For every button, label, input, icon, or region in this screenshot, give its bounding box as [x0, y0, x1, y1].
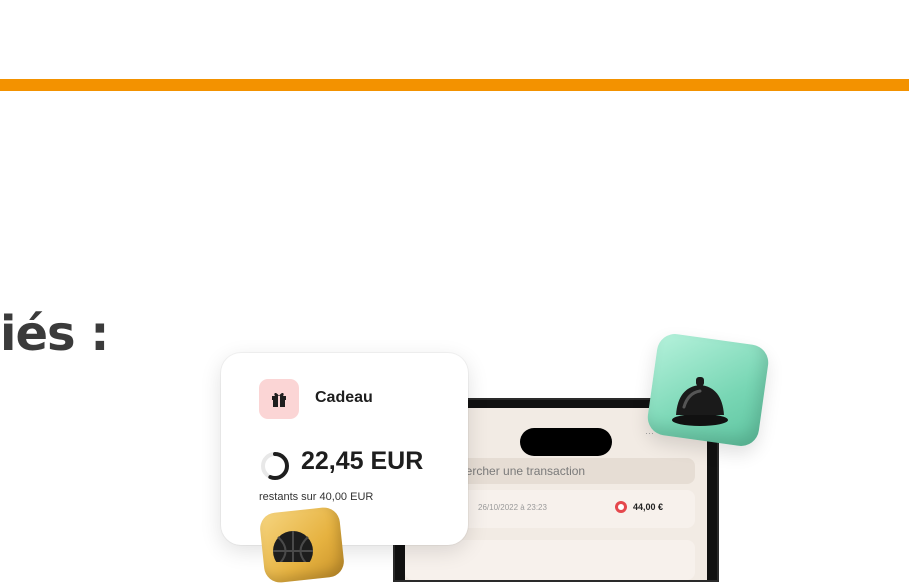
gift-badge: [259, 379, 299, 419]
service-bell-icon: [672, 377, 728, 426]
remaining-amount: 22,45 EUR: [301, 447, 424, 475]
accent-divider: [0, 79, 909, 91]
gift-icon: [272, 392, 286, 407]
transaction-amount: 44,00 €: [633, 502, 664, 512]
basketball-icon: [273, 531, 313, 562]
debit-icon: [615, 501, 627, 513]
gift-balance-card: Cadeau 22,45 EUR restants sur 40,00 EUR: [221, 353, 468, 545]
transaction-date: 26/10/2022 à 23:23: [478, 503, 547, 512]
dynamic-island: [520, 428, 612, 456]
transaction-row[interactable]: [405, 540, 695, 580]
section-heading: iés :: [0, 306, 109, 362]
remaining-subtitle: restants sur 40,00 EUR: [259, 491, 374, 503]
card-category-label: Cadeau: [315, 389, 373, 406]
progress-ring-icon: [261, 452, 289, 480]
